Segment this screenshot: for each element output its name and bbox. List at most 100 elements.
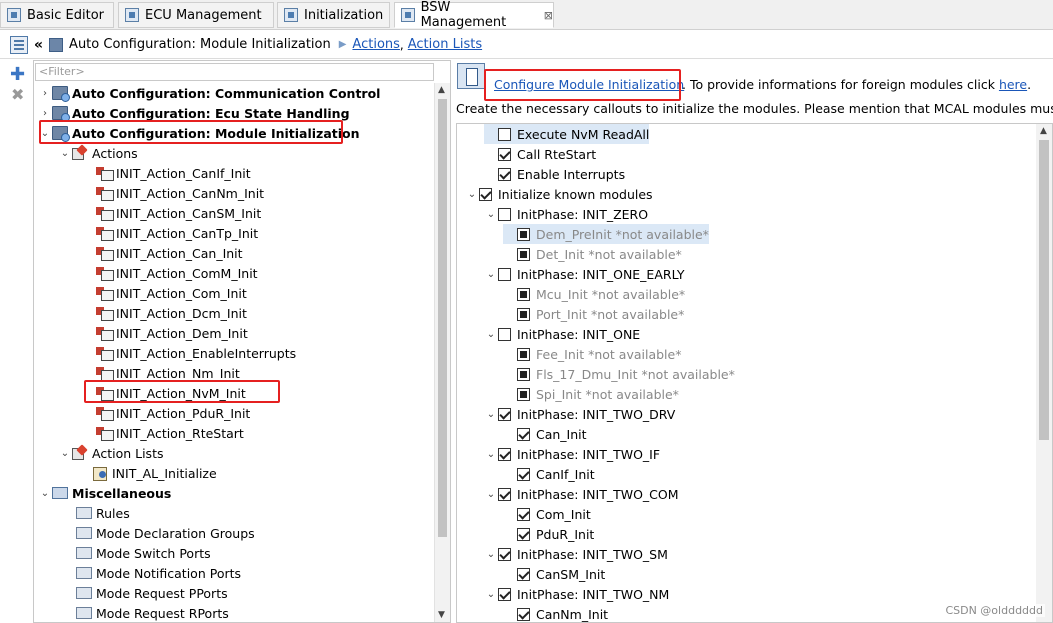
config-item[interactable]: ⌄ InitPhase: INIT_TWO_DRV: [484, 404, 676, 424]
checkbox[interactable]: [517, 507, 530, 521]
collapse-icon[interactable]: ⌄: [58, 148, 72, 159]
scroll-down-icon[interactable]: ▼: [438, 610, 445, 620]
tree-item-misc[interactable]: Mode Notification Ports: [76, 563, 241, 583]
checkbox[interactable]: [517, 367, 530, 381]
checkbox[interactable]: [498, 547, 511, 561]
checkbox[interactable]: [498, 167, 511, 181]
scroll-up-icon[interactable]: ▲: [438, 85, 445, 95]
checkbox[interactable]: [517, 347, 530, 361]
tree-item-action[interactable]: INIT_Action_EnableInterrupts: [96, 343, 296, 363]
add-icon[interactable]: ✚: [10, 64, 25, 85]
collapse-icon[interactable]: ⌄: [484, 489, 498, 500]
layout-toggle-icon[interactable]: [10, 35, 28, 54]
checkbox[interactable]: [498, 267, 511, 281]
collapse-left-icon[interactable]: «: [34, 37, 43, 53]
tree-item-misc[interactable]: Mode Request PPorts: [76, 583, 228, 603]
config-item[interactable]: ⌄ InitPhase: INIT_ONE: [484, 324, 640, 344]
config-item[interactable]: Execute NvM ReadAll: [484, 124, 650, 144]
config-item[interactable]: Enable Interrupts: [484, 164, 625, 184]
delete-icon[interactable]: ✖: [11, 85, 24, 104]
breadcrumb-link-actions[interactable]: Actions: [352, 37, 400, 52]
config-item[interactable]: Port_Init *not available*: [503, 304, 684, 324]
checkbox[interactable]: [517, 287, 530, 301]
tree-item-action[interactable]: INIT_Action_CanTp_Init: [96, 223, 258, 243]
config-item[interactable]: Can_Init: [503, 424, 587, 444]
tab-ecu-management[interactable]: ECU Management: [118, 2, 274, 28]
config-item[interactable]: Fls_17_Dmu_Init *not available*: [503, 364, 735, 384]
tree-item-action[interactable]: INIT_Action_Can_Init: [96, 243, 243, 263]
checkbox[interactable]: [498, 327, 511, 341]
filter-input[interactable]: <Filter>: [35, 63, 434, 81]
collapse-icon[interactable]: ⌄: [484, 329, 498, 340]
tree-item-action[interactable]: INIT_Action_CanSM_Init: [96, 203, 261, 223]
collapse-icon[interactable]: ⌄: [484, 449, 498, 460]
tree-item-misc[interactable]: Mode Declaration Groups: [76, 523, 255, 543]
tree-item-action[interactable]: INIT_Action_CanNm_Init: [96, 183, 264, 203]
checkbox[interactable]: [517, 247, 530, 261]
collapse-icon[interactable]: ⌄: [484, 209, 498, 220]
collapse-icon[interactable]: ⌄: [484, 409, 498, 420]
checkbox[interactable]: [517, 427, 530, 441]
config-item[interactable]: ⌄ InitPhase: INIT_ZERO: [484, 204, 648, 224]
checkbox[interactable]: [517, 467, 530, 481]
checkbox[interactable]: [517, 527, 530, 541]
checkbox[interactable]: [498, 407, 511, 421]
collapse-icon[interactable]: ⌄: [484, 589, 498, 600]
config-item[interactable]: Det_Init *not available*: [503, 244, 682, 264]
config-item[interactable]: ⌄ Initialize known modules: [465, 184, 653, 204]
config-item[interactable]: ⌄ InitPhase: INIT_ONE_EARLY: [484, 264, 685, 284]
checkbox[interactable]: [498, 207, 511, 221]
tree-item-action[interactable]: INIT_Action_RteStart: [96, 423, 244, 443]
checkbox[interactable]: [517, 307, 530, 321]
tab-basic-editor[interactable]: Basic Editor: [0, 2, 114, 28]
tree-item-action[interactable]: INIT_Action_ComM_Init: [96, 263, 258, 283]
checkbox[interactable]: [517, 567, 530, 581]
config-item[interactable]: Dem_PreInit *not available*: [503, 224, 709, 244]
checkbox[interactable]: [498, 587, 511, 601]
here-link[interactable]: here: [999, 77, 1027, 92]
tab-initialization[interactable]: Initialization: [277, 2, 390, 28]
config-item[interactable]: ⌄ InitPhase: INIT_TWO_IF: [484, 444, 660, 464]
configure-module-icon[interactable]: [457, 63, 485, 89]
checkbox[interactable]: [498, 127, 511, 141]
tree-item-misc[interactable]: Mode Request RPorts: [76, 603, 229, 622]
tree-scrollbar[interactable]: ▲ ▼: [434, 83, 450, 622]
collapse-icon[interactable]: ⌄: [465, 189, 479, 200]
config-item[interactable]: CanNm_Init: [503, 604, 608, 622]
checkbox[interactable]: [498, 487, 511, 501]
breadcrumb-link-action-lists[interactable]: Action Lists: [408, 37, 482, 52]
tree-item-action[interactable]: INIT_Action_Com_Init: [96, 283, 247, 303]
tree-item-misc[interactable]: Rules: [76, 503, 130, 523]
checkbox[interactable]: [479, 187, 492, 201]
tree-item-action-lists[interactable]: ⌄ Action Lists: [58, 443, 164, 463]
config-item[interactable]: Call RteStart: [484, 144, 596, 164]
tree-item-action[interactable]: INIT_Action_Dcm_Init: [96, 303, 247, 323]
config-item[interactable]: Mcu_Init *not available*: [503, 284, 685, 304]
tree-item-action[interactable]: INIT_Action_CanIf_Init: [96, 163, 251, 183]
expand-icon[interactable]: ›: [38, 88, 52, 99]
checkbox[interactable]: [517, 387, 530, 401]
config-item[interactable]: Spi_Init *not available*: [503, 384, 679, 404]
config-item[interactable]: ⌄ InitPhase: INIT_TWO_NM: [484, 584, 670, 604]
tree-item-action[interactable]: INIT_Action_Dem_Init: [96, 323, 248, 343]
config-item[interactable]: CanIf_Init: [503, 464, 595, 484]
config-item[interactable]: ⌄ InitPhase: INIT_TWO_SM: [484, 544, 668, 564]
tree-item-init-al-initialize[interactable]: INIT_AL_Initialize: [92, 463, 217, 483]
expand-icon[interactable]: ›: [38, 108, 52, 119]
tab-bsw-management[interactable]: BSW Management ⊠: [394, 0, 554, 30]
config-scrollbar[interactable]: ▲: [1036, 124, 1052, 622]
checkbox[interactable]: [517, 227, 530, 241]
config-item[interactable]: Com_Init: [503, 504, 591, 524]
checkbox[interactable]: [498, 147, 511, 161]
tree-item-actions[interactable]: ⌄ Actions: [58, 143, 138, 163]
scroll-up-icon[interactable]: ▲: [1040, 126, 1047, 136]
checkbox[interactable]: [498, 447, 511, 461]
tree-item-miscellaneous[interactable]: ⌄ Miscellaneous: [38, 483, 172, 503]
tree-item-communication-control[interactable]: › Auto Configuration: Communication Cont…: [38, 83, 380, 103]
close-tab-icon[interactable]: ⊠: [544, 9, 553, 22]
config-item[interactable]: CanSM_Init: [503, 564, 605, 584]
scroll-thumb[interactable]: [1039, 140, 1049, 440]
scroll-thumb[interactable]: [438, 99, 447, 537]
collapse-icon[interactable]: ⌄: [58, 448, 72, 459]
collapse-icon[interactable]: ⌄: [38, 488, 52, 499]
